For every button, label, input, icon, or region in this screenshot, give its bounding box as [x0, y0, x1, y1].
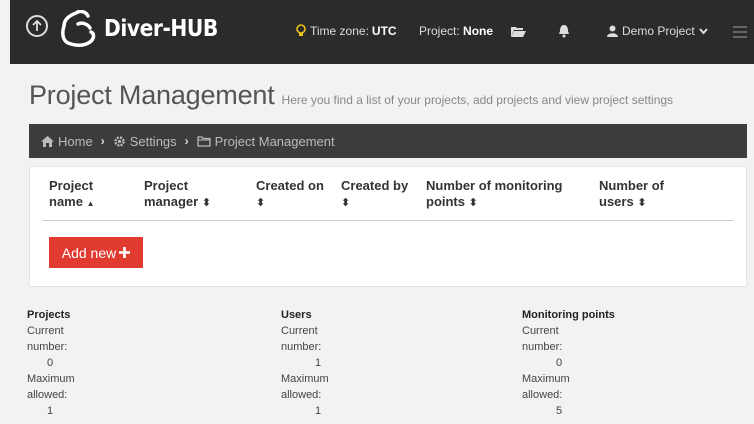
timezone-value: UTC	[371, 24, 397, 38]
text-label: number:	[281, 341, 322, 353]
text-label: manager	[144, 194, 199, 209]
page-subtitle: Here you find a list of your projects, a…	[281, 93, 674, 107]
stat-users: Users Current number: 1 Maximum allowed:…	[281, 307, 329, 419]
text-label: Home	[58, 133, 93, 149]
timezone-indicator: Time zone: UTC	[296, 24, 397, 38]
text-label: Created on	[256, 178, 324, 193]
text-label: Project	[49, 178, 94, 193]
text-label: Project Management	[214, 133, 335, 149]
text-label: name	[49, 194, 83, 209]
stat-monitoring-points: Monitoring points Current number: 0 Maxi…	[522, 307, 615, 419]
project-label: Project:	[419, 24, 460, 38]
column-header-created-on[interactable]: Created on ⬍	[256, 178, 324, 211]
project-value: None	[463, 24, 494, 38]
text-label: Users	[281, 309, 312, 321]
stat-value: 1	[315, 405, 322, 417]
sort-icon: ⬍	[256, 197, 266, 209]
text-label: Number of	[599, 178, 664, 193]
folder-icon	[197, 135, 211, 147]
gear-icon	[113, 135, 125, 147]
text-label: users	[599, 194, 634, 209]
text-label: Project	[144, 178, 189, 193]
user-icon	[607, 25, 618, 37]
top-navbar: Diver-HUB Time zone: UTC Project: None D…	[10, 0, 754, 64]
text-label: points	[426, 194, 465, 209]
app-logo[interactable]: Diver-HUB	[58, 9, 233, 49]
logo-icon	[61, 10, 96, 47]
breadcrumb-settings[interactable]: Settings	[113, 134, 177, 149]
column-header-created-by[interactable]: Created by ⬍	[341, 178, 408, 211]
sort-icon: ⬍	[201, 197, 212, 209]
stat-value: 0	[556, 357, 563, 369]
breadcrumb-current: Project Management	[197, 134, 335, 149]
stat-projects: Projects Current number: 0 Maximum allow…	[27, 307, 75, 419]
sort-icon: ⬍	[468, 197, 478, 209]
text-label: Maximum	[27, 373, 75, 385]
breadcrumb-home[interactable]: Home	[41, 134, 93, 149]
text-label: number:	[522, 341, 563, 353]
text-label: number:	[27, 341, 68, 353]
chevron-right-icon: ›	[184, 134, 189, 148]
sort-icon: ⬍	[637, 197, 647, 209]
text-label: allowed:	[27, 389, 68, 401]
text-label: Settings	[129, 133, 177, 149]
text-label: allowed:	[281, 389, 322, 401]
folder-open-icon[interactable]	[510, 25, 527, 43]
text-label: Number of monitoring	[426, 178, 563, 193]
home-icon	[41, 135, 54, 147]
app-name: Diver-HUB	[104, 16, 218, 42]
stat-value: 1	[47, 405, 54, 417]
page-heading: Project Management Here you find a list …	[29, 80, 673, 111]
column-header-project-manager[interactable]: Project manager ⬍	[144, 178, 211, 211]
chevron-right-icon: ›	[100, 134, 105, 148]
table-divider	[42, 220, 734, 221]
plus-icon	[119, 247, 131, 258]
column-header-project-name[interactable]: Project name ▲	[49, 178, 95, 212]
user-label: Demo Project	[622, 24, 695, 38]
project-indicator: Project: None	[419, 24, 493, 38]
upload-icon[interactable]	[26, 15, 48, 37]
text-label: Current	[281, 325, 318, 337]
add-new-button[interactable]: Add new	[49, 237, 143, 268]
text-label: Add new	[61, 244, 117, 261]
page-title: Project Management	[29, 80, 275, 110]
sort-icon: ⬍	[341, 197, 351, 209]
bell-icon[interactable]	[558, 24, 570, 43]
text-label: Maximum	[522, 373, 570, 385]
chevron-down-icon	[698, 27, 708, 35]
text-label: Current	[522, 325, 559, 337]
stat-value: 1	[315, 357, 322, 369]
column-header-monitoring-points[interactable]: Number of monitoring points ⬍	[426, 178, 563, 211]
stat-value: 0	[47, 357, 54, 369]
text-label: Created by	[341, 178, 409, 193]
projects-table-panel: Project name ▲ Project manager ⬍ Created…	[29, 166, 747, 287]
text-label: allowed:	[522, 389, 563, 401]
text-label: Maximum	[281, 373, 329, 385]
breadcrumb: Home › Settings › Project Management	[29, 124, 747, 158]
text-label: Monitoring points	[522, 309, 615, 321]
hamburger-icon[interactable]	[733, 26, 747, 41]
text-label: Projects	[27, 309, 71, 321]
text-label: Current	[27, 325, 64, 337]
column-header-users[interactable]: Number of users ⬍	[599, 178, 664, 211]
stat-value: 5	[556, 405, 563, 417]
sort-asc-icon: ▲	[86, 199, 95, 208]
lightbulb-icon	[296, 24, 306, 36]
user-menu[interactable]: Demo Project	[607, 24, 708, 38]
timezone-label: Time zone:	[310, 24, 369, 38]
